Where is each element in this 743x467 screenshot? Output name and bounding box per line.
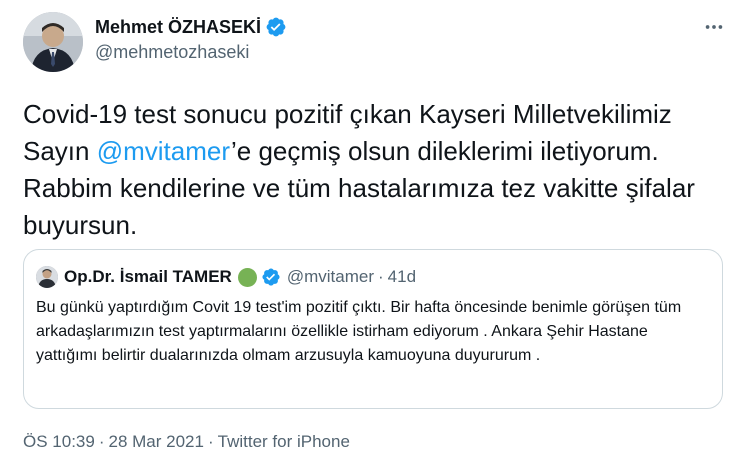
quoted-tweet-text: Bu günkü yaptırdığım Covit 19 test'im po… — [36, 299, 682, 364]
author-avatar[interactable] — [23, 12, 83, 72]
tweet-source-link[interactable]: Twitter for iPhone — [218, 432, 350, 451]
more-horizontal-icon — [703, 16, 725, 43]
author-display-name[interactable]: Mehmet ÖZHASEKİ — [95, 17, 261, 38]
quoted-tweet-time[interactable]: 41d — [388, 267, 416, 287]
quoted-tweet-header: Op.Dr. İsmail TAMER @mvitamer · 41d — [36, 265, 416, 289]
verified-badge-icon — [265, 16, 287, 38]
author-handle[interactable]: @mehmetozhaseki — [95, 42, 287, 63]
tweet-meta: ÖS 10:39 · 28 Mar 2021 · Twitter for iPhone — [23, 432, 350, 452]
separator-dot: · — [98, 432, 105, 451]
separator-dot: · — [207, 432, 214, 451]
verified-badge-icon — [261, 267, 281, 287]
mention-link[interactable]: @mvitamer — [97, 136, 231, 166]
tweet-text: Covid-19 test sonucu pozitif çıkan Kayse… — [23, 96, 723, 244]
more-options-button[interactable] — [699, 14, 729, 44]
tweet-card: Mehmet ÖZHASEKİ @mehmetozhaseki Covid-19… — [0, 0, 743, 467]
green-circle-icon — [237, 267, 257, 287]
author-block: Mehmet ÖZHASEKİ @mehmetozhaseki — [95, 15, 287, 63]
quoted-author-handle[interactable]: @mvitamer — [287, 267, 374, 287]
quoted-tweet[interactable]: Op.Dr. İsmail TAMER @mvitamer · 41d Bu g… — [23, 249, 723, 409]
quoted-author-display-name[interactable]: Op.Dr. İsmail TAMER — [64, 267, 232, 287]
tweet-timestamp-link[interactable]: ÖS 10:39 — [23, 432, 95, 451]
tweet-date-link[interactable]: 28 Mar 2021 — [109, 432, 204, 451]
separator-dot: · — [377, 267, 384, 286]
quoted-author-avatar[interactable] — [36, 266, 58, 288]
